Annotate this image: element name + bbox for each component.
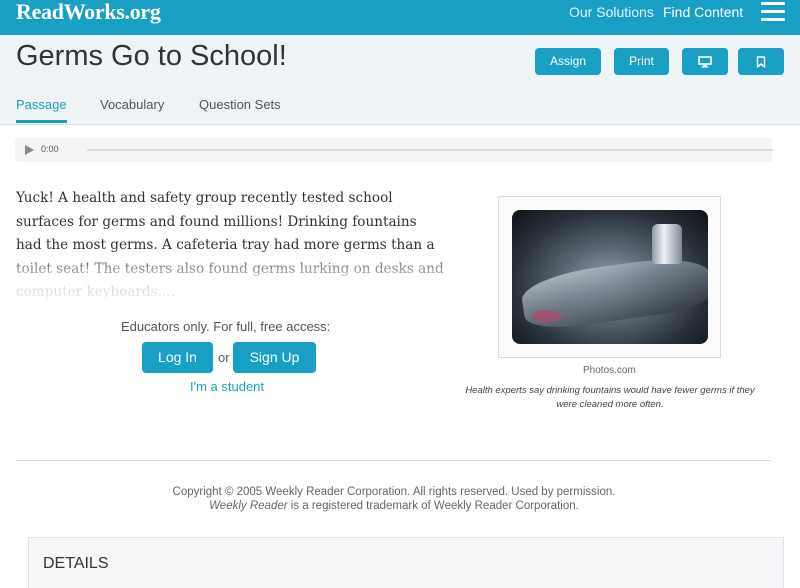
- photo-credit: Photos.com: [583, 365, 636, 376]
- details-panel: DETAILS: [28, 537, 784, 588]
- trademark-line: Weekly Reader is a registered trademark …: [16, 499, 772, 513]
- details-heading: DETAILS: [43, 555, 109, 572]
- login-button[interactable]: Log In: [142, 342, 213, 373]
- hamburger-icon[interactable]: [761, 2, 785, 22]
- projector-button[interactable]: [682, 48, 728, 75]
- readworks-logo[interactable]: ReadWorks.org: [16, 0, 161, 25]
- passage-fade-overlay: [16, 249, 446, 305]
- access-prompt: Educators only. For full, free access:: [121, 319, 331, 334]
- print-button[interactable]: Print: [614, 48, 669, 75]
- bookmark-button[interactable]: [738, 48, 784, 75]
- student-link[interactable]: I'm a student: [190, 379, 264, 394]
- page-title: Germs Go to School!: [16, 40, 287, 72]
- monitor-icon: [698, 55, 712, 68]
- audio-time: 0:00: [41, 144, 59, 154]
- title-bar: Germs Go to School! Assign Print Passage…: [0, 35, 800, 125]
- section-divider: [16, 460, 772, 461]
- audio-progress-track[interactable]: [87, 149, 773, 151]
- play-icon[interactable]: [25, 145, 34, 155]
- copyright-line: Copyright © 2005 Weekly Reader Corporati…: [172, 486, 616, 498]
- tab-question-sets[interactable]: Question Sets: [199, 97, 281, 112]
- signup-button[interactable]: Sign Up: [233, 342, 316, 373]
- drinking-fountain-photo: [512, 210, 708, 344]
- photo-caption: Health experts say drinking fountains wo…: [465, 385, 755, 410]
- top-navigation-bar: ReadWorks.org Our Solutions Find Content: [0, 0, 800, 35]
- tab-vocabulary[interactable]: Vocabulary: [100, 97, 164, 112]
- nav-our-solutions[interactable]: Our Solutions: [569, 4, 654, 20]
- trademark-name: Weekly Reader: [209, 500, 288, 512]
- audio-player: 0:00: [15, 138, 773, 162]
- trademark-text: is a registered trademark of Weekly Read…: [287, 500, 579, 512]
- or-label: or: [218, 350, 230, 365]
- bookmark-icon: [756, 55, 766, 68]
- tab-passage[interactable]: Passage: [16, 97, 67, 112]
- nav-find-content[interactable]: Find Content: [663, 4, 743, 20]
- assign-button[interactable]: Assign: [535, 48, 601, 75]
- active-tab-indicator: [16, 120, 67, 123]
- copyright-notice: Copyright © 2005 Weekly Reader Corporati…: [16, 485, 772, 513]
- passage-text: Yuck! A health and safety group recently…: [16, 187, 446, 305]
- passage-image-frame: [498, 196, 721, 358]
